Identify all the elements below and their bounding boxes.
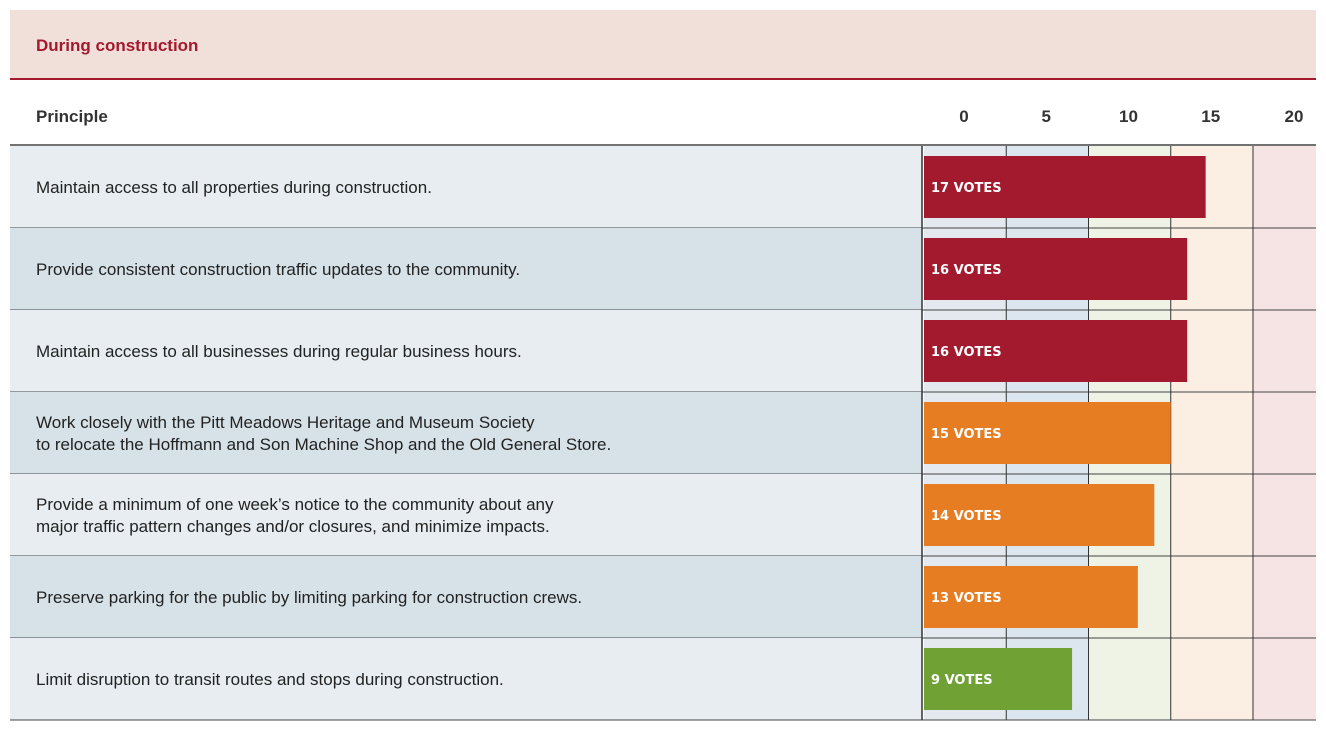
bar-data-label: 16 VOTES bbox=[931, 345, 1002, 360]
tick-label: 10 bbox=[1119, 107, 1138, 126]
principle-column-header: Principle bbox=[36, 107, 108, 126]
row-label-cell bbox=[10, 392, 922, 474]
row-label-cell bbox=[10, 474, 922, 556]
bar-data-label: 9 VOTES bbox=[931, 673, 993, 688]
axis-ticks: 0 5 10 15 20 bbox=[959, 107, 1303, 126]
section-title: During construction bbox=[36, 36, 198, 55]
row-label: Limit disruption to transit routes and s… bbox=[36, 670, 504, 689]
row-label: Preserve parking for the public by limit… bbox=[36, 588, 582, 607]
row-label: Maintain access to all properties during… bbox=[36, 178, 432, 197]
bar-data-label: 14 VOTES bbox=[931, 509, 1002, 524]
chart-band bbox=[1170, 146, 1253, 720]
bar-data-label: 15 VOTES bbox=[931, 427, 1002, 442]
row-label: Maintain access to all businesses during… bbox=[36, 342, 522, 361]
bar-data-label: 17 VOTES bbox=[931, 181, 1002, 196]
bar-data-label: 16 VOTES bbox=[931, 263, 1002, 278]
row-label: Provide consistent construction traffic … bbox=[36, 260, 520, 279]
tick-label: 15 bbox=[1201, 107, 1220, 126]
vote-bar-chart: During construction Principle Maintain a… bbox=[10, 10, 1316, 721]
bar-data-label: 13 VOTES bbox=[931, 591, 1002, 606]
tick-label: 0 bbox=[959, 107, 968, 126]
tick-label: 5 bbox=[1042, 107, 1051, 126]
chart-band bbox=[1253, 146, 1316, 720]
section-header-band bbox=[10, 10, 1316, 79]
tick-label: 20 bbox=[1285, 107, 1304, 126]
